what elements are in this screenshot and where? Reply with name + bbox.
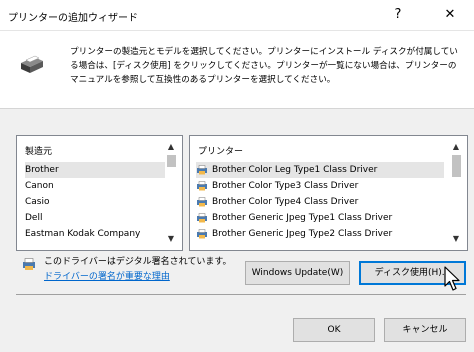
- windows-update-button[interactable]: Windows Update(W): [245, 261, 350, 285]
- printer-driver-icon: [197, 196, 207, 206]
- printer-item-label: Brother Color Type3 Class Driver: [212, 181, 359, 191]
- manufacturer-item-canon[interactable]: Canon: [25, 178, 54, 194]
- printer-icon: [21, 55, 43, 73]
- printer-list-header: プリンター: [198, 147, 244, 157]
- printer-item-label: Brother Color Leg Type1 Class Driver: [212, 165, 378, 175]
- manufacturer-list[interactable]: 製造元 Brother Canon Casio Dell Eastman Kod…: [16, 135, 183, 251]
- title-bar: プリンターの追加ウィザード ? ✕: [0, 0, 474, 31]
- manufacturer-scrollbar-thumb[interactable]: [167, 155, 176, 167]
- printer-item[interactable]: Brother Generic Jpeg Type1 Class Driver: [196, 210, 392, 226]
- signature-status-text: このドライバーはデジタル署名されています。: [44, 257, 232, 267]
- close-button[interactable]: ✕: [436, 4, 464, 26]
- manufacturer-item-brother[interactable]: Brother: [25, 162, 165, 178]
- window-title: プリンターの追加ウィザード: [8, 13, 138, 24]
- printer-scroll-down-icon[interactable]: ▼: [449, 232, 463, 246]
- cancel-button[interactable]: キャンセル: [384, 318, 466, 342]
- signature-info-link[interactable]: ドライバーの署名が重要な理由: [44, 269, 170, 282]
- footer-divider: [16, 294, 466, 295]
- printer-item[interactable]: Brother Color Type3 Class Driver: [196, 178, 358, 194]
- manufacturer-item-casio[interactable]: Casio: [25, 194, 50, 210]
- printer-driver-icon: [197, 212, 207, 222]
- manufacturer-item-eastman-kodak[interactable]: Eastman Kodak Company: [25, 226, 140, 242]
- printer-scrollbar-thumb[interactable]: [452, 155, 461, 177]
- printer-item-label: Brother Generic Jpeg Type2 Class Driver: [212, 229, 393, 239]
- printer-driver-icon: [197, 164, 207, 174]
- printer-item[interactable]: Brother Generic Jpeg Type2 Class Driver: [196, 226, 392, 242]
- printer-item-label: Brother Generic Jpeg Type1 Class Driver: [212, 213, 393, 223]
- manufacturer-scroll-down-icon[interactable]: ▼: [164, 232, 178, 246]
- mouse-cursor-icon: [444, 266, 460, 291]
- printer-scroll-up-icon[interactable]: ▲: [449, 140, 463, 154]
- printer-item-label: Brother Color Type4 Class Driver: [212, 197, 359, 207]
- manufacturer-item-dell[interactable]: Dell: [25, 210, 42, 226]
- signed-driver-icon: [23, 258, 35, 270]
- printer-item[interactable]: Brother Color Type4 Class Driver: [196, 194, 358, 210]
- printer-driver-icon: [197, 228, 207, 238]
- wizard-header: プリンターの製造元とモデルを選択してください。プリンターにインストール ディスク…: [0, 31, 474, 109]
- manufacturer-list-header: 製造元: [25, 147, 53, 157]
- printer-driver-icon: [197, 180, 207, 190]
- help-button[interactable]: ?: [384, 4, 412, 26]
- ok-button[interactable]: OK: [293, 318, 375, 342]
- manufacturer-scroll-up-icon[interactable]: ▲: [164, 140, 178, 154]
- wizard-description: プリンターの製造元とモデルを選択してください。プリンターにインストール ディスク…: [70, 47, 458, 85]
- printer-item[interactable]: Brother Color Leg Type1 Class Driver: [196, 162, 444, 178]
- printer-list[interactable]: プリンター Brother Color Leg Type1 Class Driv…: [189, 135, 468, 251]
- header-divider: [0, 108, 474, 109]
